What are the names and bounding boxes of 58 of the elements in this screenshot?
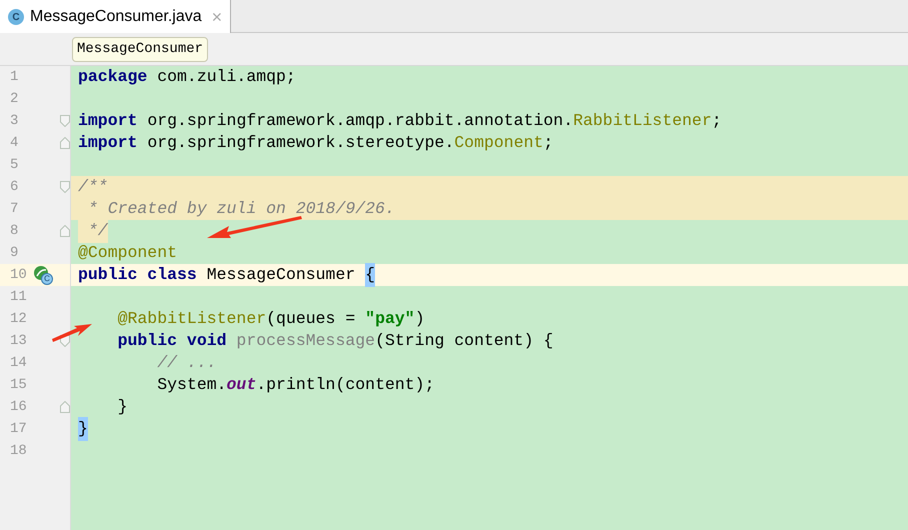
line-number: 11 <box>10 288 27 306</box>
code-token: processMessage <box>235 330 376 352</box>
code-token: // ... <box>156 352 217 374</box>
class-icon: C <box>8 9 24 25</box>
code-token: .println(content); <box>256 374 434 396</box>
code-token: out <box>226 374 256 396</box>
line-number: 9 <box>10 244 18 262</box>
code-token: @RabbitListener <box>116 308 266 330</box>
code-token: ) <box>414 308 425 330</box>
line-number: 14 <box>10 354 27 372</box>
tab-title: MessageConsumer.java <box>30 7 202 27</box>
code-token: { <box>365 262 376 288</box>
line-number: 5 <box>10 156 18 174</box>
code-token: System. <box>156 374 227 396</box>
pointer-arrow <box>52 322 94 344</box>
fold-marker-icon[interactable] <box>60 115 70 127</box>
line-number: 2 <box>10 90 18 108</box>
code-token: public class <box>78 264 197 286</box>
code-token: org.springframework.amqp.rabbit.annotation. <box>146 110 574 132</box>
code-token: import <box>78 110 138 132</box>
line-number: 6 <box>10 178 18 196</box>
code-token: } <box>78 416 88 442</box>
code-token: ; <box>543 132 554 154</box>
fold-marker-icon[interactable] <box>60 225 70 237</box>
line-number: 13 <box>10 332 27 350</box>
code-token: /** <box>78 176 108 198</box>
line-number: 12 <box>10 310 27 328</box>
code-token: RabbitListener <box>573 110 712 132</box>
line-number: 8 <box>10 222 18 240</box>
code-token: MessageConsumer <box>206 264 356 286</box>
code-token: @Component <box>78 242 178 264</box>
line-number: 17 <box>10 420 27 438</box>
line-number: 18 <box>10 442 27 460</box>
code-token: * Created by zuli on 2018/9/26. <box>86 198 395 220</box>
code-token: ; <box>712 110 722 132</box>
line-number: 1 <box>10 68 18 86</box>
code-token: com.zuli.amqp; <box>156 66 296 88</box>
code-token: org.springframework.stereotype. <box>146 132 454 154</box>
breadcrumb[interactable]: MessageConsumer <box>72 36 208 62</box>
code-token: public void <box>116 330 227 352</box>
editor-tab[interactable]: C MessageConsumer.java × <box>0 0 232 34</box>
line-number: 10 <box>10 266 27 284</box>
fold-marker-icon[interactable] <box>60 137 70 149</box>
code-token: */ <box>78 218 108 244</box>
code-token: package <box>78 66 148 88</box>
code-token: import <box>78 132 138 154</box>
line-number: 4 <box>10 134 18 152</box>
fold-marker-icon[interactable] <box>60 181 70 193</box>
fold-marker-icon[interactable] <box>60 401 70 413</box>
line-number: 3 <box>10 112 18 130</box>
code-token: "pay" <box>365 308 415 330</box>
line-number: 16 <box>10 398 27 416</box>
code-token: } <box>116 396 128 418</box>
line-number: 15 <box>10 376 27 394</box>
line-number: 7 <box>10 200 18 218</box>
code-token: (String content) { <box>375 330 554 352</box>
code-token: Component <box>454 132 544 154</box>
code-token: (queues = <box>266 308 356 330</box>
